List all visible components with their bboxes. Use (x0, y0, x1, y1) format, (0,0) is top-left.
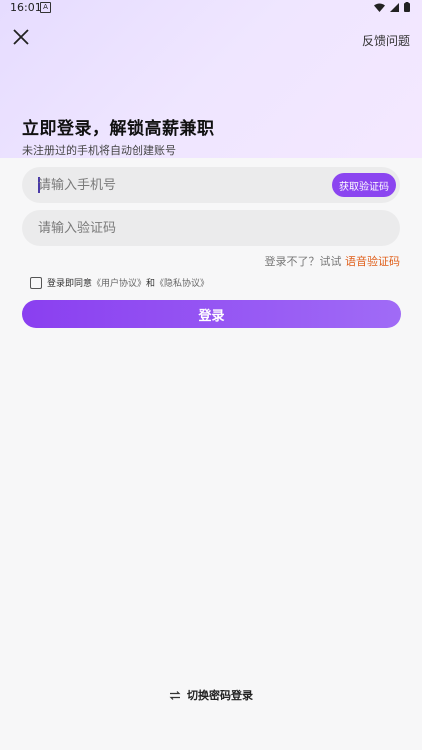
login-button[interactable]: 登录 (22, 300, 401, 328)
swap-icon (169, 690, 181, 700)
code-field[interactable] (22, 210, 400, 246)
get-code-button[interactable]: 获取验证码 (332, 173, 396, 197)
battery-icon (404, 2, 410, 12)
wifi-icon (374, 3, 385, 12)
page-subtitle: 未注册过的手机将自动创建账号 (22, 144, 176, 157)
agree-prefix: 登录即同意 (47, 279, 93, 289)
voice-code-link[interactable]: 语音验证码 (345, 255, 400, 268)
privacy-policy-link[interactable]: 《隐私协议》 (155, 276, 209, 289)
close-icon (13, 29, 29, 45)
status-bar: 16:01 A (0, 0, 422, 16)
status-time: 16:01 (10, 1, 42, 14)
feedback-link[interactable]: 反馈问题 (362, 32, 410, 49)
agreement-row: 登录即同意 《用户协议》 和 《隐私协议》 (30, 276, 209, 289)
code-input[interactable] (38, 210, 328, 246)
voice-code-hint: 登录不了？试试 语音验证码 (265, 253, 401, 269)
phone-input[interactable] (38, 167, 328, 203)
switch-password-login[interactable]: 切换密码登录 (0, 688, 422, 702)
voice-prompt: 登录不了？试试 (264, 255, 342, 268)
page-title: 立即登录，解锁高薪兼职 (22, 119, 215, 139)
agree-and: 和 (146, 279, 156, 289)
phone-field[interactable]: 获取验证码 (22, 167, 400, 203)
signal-icon (390, 2, 399, 12)
a-badge-icon: A (40, 2, 51, 13)
agree-checkbox[interactable] (30, 276, 42, 289)
switch-label: 切换密码登录 (187, 689, 253, 702)
user-agreement-link[interactable]: 《用户协议》 (92, 276, 146, 289)
close-button[interactable] (10, 26, 32, 48)
